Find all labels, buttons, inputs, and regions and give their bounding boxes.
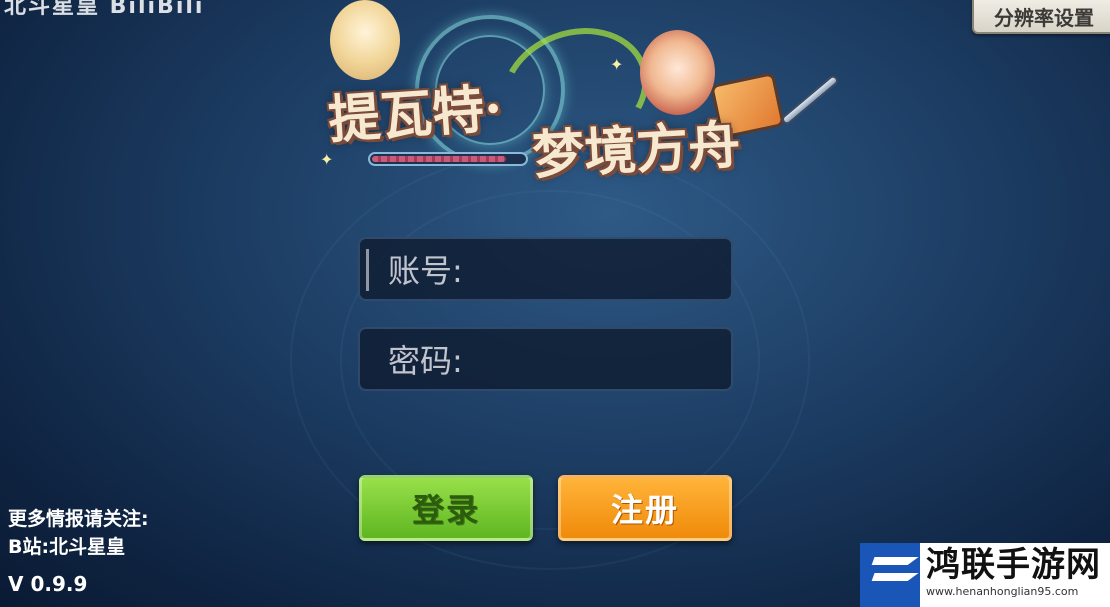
watermark-logo-icon [860, 543, 920, 607]
account-input[interactable]: 账号: [358, 237, 733, 301]
logo-title-line1: 提瓦特· [326, 77, 505, 151]
password-label: 密码: [388, 342, 463, 380]
register-button[interactable]: 注册 [558, 475, 732, 541]
account-label: 账号: [388, 252, 463, 290]
logo-progress-fill [372, 156, 506, 162]
resolution-settings-button[interactable]: 分辨率设置 [972, 0, 1110, 34]
game-logo: ✦ ✦ 提瓦特· 梦境方舟 [320, 0, 841, 200]
password-input[interactable]: 密码: [358, 327, 733, 391]
watermark-url: www.henanhonglian95.com [926, 585, 1079, 598]
chibi-character-left [330, 0, 400, 80]
watermark-title: 鸿联手游网 [926, 545, 1101, 585]
text-caret [366, 249, 369, 291]
top-left-channel-text: 北斗星皇 BiliBili [4, 0, 205, 19]
follow-info-text: 更多情报请关注: [8, 508, 149, 530]
chibi-character-right [640, 30, 715, 115]
login-button[interactable]: 登录 [359, 475, 533, 541]
site-watermark: 鸿联手游网 www.henanhonglian95.com [860, 543, 1110, 607]
sparkle-icon: ✦ [610, 55, 624, 74]
sword-icon [779, 73, 841, 127]
version-text: V 0.9.9 [8, 572, 88, 596]
logo-title-line2: 梦境方舟 [530, 114, 742, 187]
logo-progress-bar [368, 152, 528, 166]
bilibili-channel-text: B站:北斗星皇 [8, 536, 126, 558]
